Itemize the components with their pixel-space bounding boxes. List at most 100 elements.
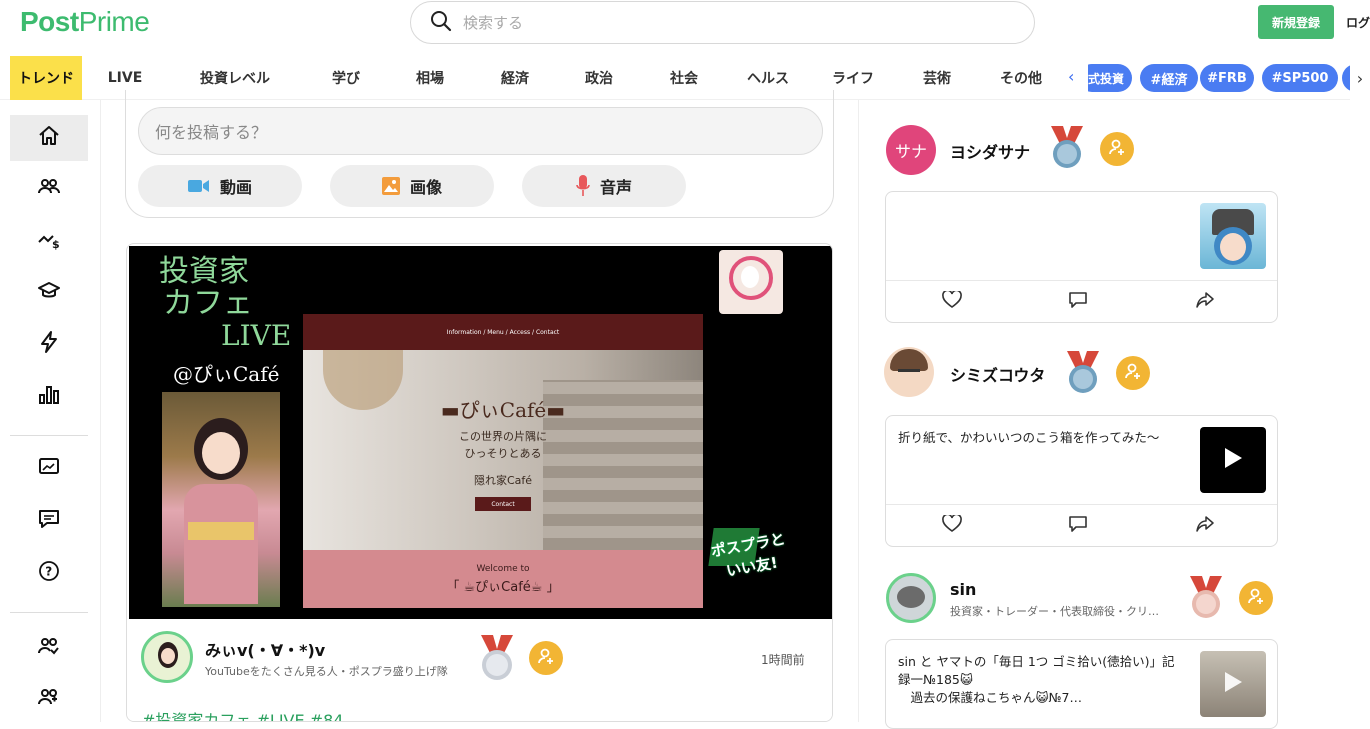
- image-title-line2: カフェ: [163, 286, 253, 321]
- tag-economy[interactable]: #経済: [1140, 64, 1198, 92]
- user1-name[interactable]: ヨシダサナ: [950, 139, 1030, 163]
- home-icon: [37, 124, 61, 152]
- user3-post-line1: sin と ヤマトの「毎日 1つ ゴミ拾い(徳拾い)」記: [898, 654, 1175, 669]
- tab-other[interactable]: その他: [986, 56, 1056, 100]
- heart-icon[interactable]: [942, 289, 962, 313]
- sidebar-divider: [10, 612, 88, 613]
- post-actions: [886, 504, 1277, 546]
- post-timestamp: 1時間前: [761, 653, 805, 667]
- compose-input[interactable]: 何を投稿する？: [138, 107, 823, 155]
- left-column-border: [100, 100, 101, 722]
- user1-follow-button[interactable]: [1100, 132, 1134, 166]
- author-avatar[interactable]: [141, 631, 193, 683]
- image-post-button[interactable]: 画像: [330, 165, 494, 207]
- sidebar-item-users[interactable]: [10, 165, 88, 211]
- comment-icon[interactable]: [1068, 291, 1088, 313]
- search-bar[interactable]: [410, 1, 1035, 44]
- user1-avatar[interactable]: サナ: [886, 125, 936, 175]
- user3-follow-button[interactable]: [1239, 581, 1273, 615]
- comment-icon[interactable]: [1068, 515, 1088, 537]
- sidebar-item-groups[interactable]: [10, 676, 88, 722]
- follow-button[interactable]: [529, 641, 563, 675]
- site-welcome: Welcome to 「 ☕ぴぃCafé☕ 」: [303, 550, 703, 608]
- question-icon: ?: [37, 559, 61, 587]
- post-hashtags[interactable]: #投資家カフェ #LIVE #84: [142, 707, 343, 721]
- user-group-alt-icon: [37, 685, 61, 713]
- user2-video-thumbnail[interactable]: [1200, 427, 1266, 493]
- tag-frb[interactable]: #FRB: [1200, 64, 1254, 92]
- message-icon: [37, 507, 61, 535]
- heart-icon[interactable]: [942, 513, 962, 537]
- user2-post-text: 折り紙で、かわいいつのこう箱を作ってみた〜: [898, 430, 1160, 445]
- post-author-bar: みぃv(・∀・*)v YouTubeをたくさん見る人・ポスプラ盛り上げ隊 1時間…: [127, 619, 832, 721]
- site-title-text: ぴぃCafé: [459, 398, 547, 422]
- author-bio: YouTubeをたくさん見る人・ポスプラ盛り上げ隊: [205, 665, 448, 678]
- users-icon: [37, 174, 61, 202]
- post-card[interactable]: 投資家 カフェ LIVE @ぴぃCafé Information / Menu …: [126, 243, 833, 722]
- user2-name[interactable]: シミズコウタ: [950, 362, 1045, 386]
- site-welcome-name: 「 ☕ぴぃCafé☕ 」: [446, 580, 560, 595]
- sidebar-item-messages[interactable]: [10, 498, 88, 544]
- post-image[interactable]: 投資家 カフェ LIVE @ぴぃCafé Information / Menu …: [129, 246, 832, 619]
- bronze-medal-icon: [1186, 576, 1226, 624]
- search-input[interactable]: [463, 13, 983, 32]
- user3-bio: 投資家・トレーダー・代表取締役・クリ…: [950, 605, 1159, 618]
- tag-sp500[interactable]: #SP500: [1262, 64, 1338, 92]
- login-button[interactable]: ログ: [1346, 14, 1370, 31]
- sidebar-item-media[interactable]: [10, 445, 88, 491]
- sidebar-divider: [10, 435, 88, 436]
- sidebar-item-community[interactable]: [10, 625, 88, 671]
- tab-trend[interactable]: トレンド: [10, 56, 82, 100]
- audio-post-button[interactable]: 音声: [522, 165, 686, 207]
- sidebar-item-trend[interactable]: $: [10, 218, 88, 264]
- header: PostPrime 新規登録 ログ: [0, 0, 1370, 52]
- post-actions: [886, 280, 1277, 322]
- play-icon: [1223, 671, 1243, 697]
- image-icon: [381, 177, 400, 195]
- user1-avatar-text: サナ: [894, 142, 927, 161]
- tab-art[interactable]: 芸術: [902, 56, 972, 100]
- tag-stock-investment[interactable]: #株式投資: [1088, 64, 1132, 92]
- video-label: 動画: [219, 178, 252, 197]
- image-handle: @ぴぃCafé: [173, 362, 280, 386]
- add-user-icon: [536, 646, 556, 670]
- scroll-left-icon[interactable]: ‹: [1068, 67, 1074, 86]
- image-title-line3: LIVE: [221, 319, 292, 352]
- site-title: ▬ぴぃCafé▬: [440, 398, 566, 422]
- sidebar-item-ranking[interactable]: [10, 373, 88, 419]
- search-icon: [429, 9, 453, 37]
- site-line2: ひっそりとある: [464, 447, 542, 460]
- site-line3: 隠れ家Café: [473, 474, 533, 487]
- user3-name[interactable]: sin: [950, 580, 976, 599]
- bar-chart-icon: [37, 382, 61, 410]
- signup-button[interactable]: 新規登録: [1258, 5, 1334, 39]
- postprime-logo[interactable]: PostPrime: [20, 6, 150, 38]
- share-icon[interactable]: [1196, 515, 1214, 537]
- sidebar-item-flash[interactable]: [10, 321, 88, 367]
- sidebar-item-home[interactable]: [10, 115, 88, 161]
- svg-text:?: ?: [45, 565, 52, 579]
- user2-avatar[interactable]: [884, 347, 934, 397]
- user3-video-thumbnail[interactable]: [1200, 651, 1266, 717]
- logo-text-rest: Prime: [78, 6, 150, 37]
- logo-text-bold: Post: [20, 6, 79, 37]
- user3-avatar[interactable]: [886, 573, 936, 623]
- user2-follow-button[interactable]: [1116, 356, 1150, 390]
- user-group-icon: [37, 634, 61, 662]
- image-title-line1: 投資家: [159, 254, 249, 289]
- author-name[interactable]: みぃv(・∀・*)v: [205, 637, 325, 661]
- friend-sticker: ポスプラと いい友!: [707, 528, 793, 608]
- image-title: 投資家 カフェ LIVE: [159, 256, 299, 352]
- graduation-cap-icon: [37, 279, 61, 307]
- sidebar-item-help[interactable]: ?: [10, 550, 88, 596]
- hashtag-strip: #株式投資 #経済 #FRB #SP500: [1088, 64, 1354, 92]
- center-column-border: [858, 100, 859, 722]
- video-post-button[interactable]: 動画: [138, 165, 302, 207]
- share-icon[interactable]: [1196, 291, 1214, 313]
- add-user-icon: [1107, 137, 1127, 161]
- user1-post-thumbnail[interactable]: [1200, 203, 1266, 269]
- sidebar-item-learning[interactable]: [10, 270, 88, 316]
- scroll-right-icon[interactable]: ›: [1350, 56, 1370, 100]
- user3-post-line3: 過去の保護ねこちゃん😺№7…: [898, 690, 1083, 705]
- play-icon: [1223, 447, 1243, 473]
